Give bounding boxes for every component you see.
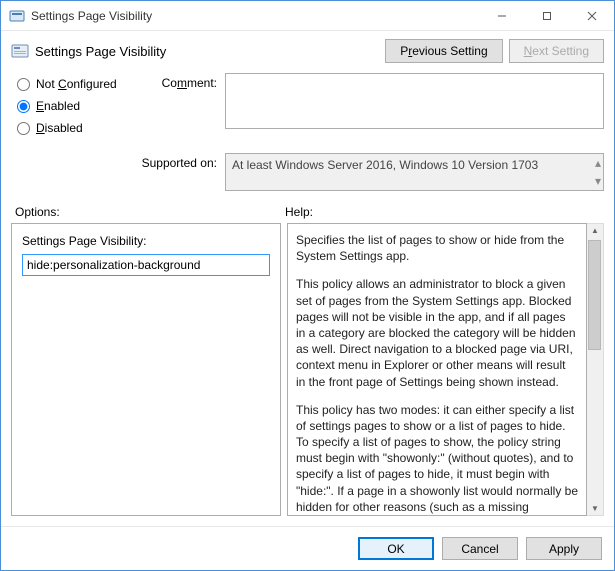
- settings-page-visibility-input[interactable]: [22, 254, 270, 276]
- radio-enabled-input[interactable]: [17, 100, 30, 113]
- state-comment-row: Not Configured Enabled Disabled Comment:: [11, 73, 604, 143]
- maximize-button[interactable]: [524, 1, 569, 31]
- radio-disabled-input[interactable]: [17, 122, 30, 135]
- chevron-up-icon[interactable]: ▴: [595, 156, 601, 170]
- content-area: Settings Page Visibility Previous Settin…: [1, 31, 614, 526]
- previous-setting-button[interactable]: Previous Setting: [385, 39, 502, 63]
- policy-editor-window: Settings Page Visibility Settings Page V…: [0, 0, 615, 571]
- comment-label: Comment:: [135, 73, 225, 90]
- close-button[interactable]: [569, 1, 614, 31]
- options-heading: Options:: [11, 205, 281, 219]
- supported-row: Supported on: At least Windows Server 20…: [11, 153, 604, 191]
- policy-title: Settings Page Visibility: [35, 44, 379, 59]
- comment-input[interactable]: [225, 73, 604, 129]
- radio-not-configured-input[interactable]: [17, 78, 30, 91]
- scroll-up-icon[interactable]: ▲: [591, 224, 599, 237]
- policy-icon: [11, 42, 29, 60]
- supported-on-box: At least Windows Server 2016, Windows 10…: [225, 153, 604, 191]
- app-icon: [9, 8, 25, 24]
- help-paragraph: This policy has two modes: it can either…: [296, 402, 578, 516]
- apply-button[interactable]: Apply: [526, 537, 602, 560]
- footer: OK Cancel Apply: [1, 526, 614, 570]
- panes: Settings Page Visibility: Specifies the …: [11, 223, 604, 516]
- minimize-button[interactable]: [479, 1, 524, 31]
- help-paragraph: Specifies the list of pages to show or h…: [296, 232, 578, 264]
- help-scrollbar[interactable]: ▲ ▼: [587, 223, 604, 516]
- window-title: Settings Page Visibility: [31, 9, 479, 23]
- options-pane: Settings Page Visibility:: [11, 223, 281, 516]
- chevron-down-icon[interactable]: ▾: [595, 174, 601, 188]
- supported-scroll-arrows[interactable]: ▴ ▾: [595, 156, 601, 188]
- help-outer: Specifies the list of pages to show or h…: [287, 223, 604, 516]
- state-radios: Not Configured Enabled Disabled: [11, 73, 135, 143]
- help-pane: Specifies the list of pages to show or h…: [287, 223, 587, 516]
- radio-enabled[interactable]: Enabled: [17, 99, 135, 113]
- supported-label: Supported on:: [135, 153, 225, 191]
- section-labels: Options: Help:: [11, 205, 604, 219]
- supported-on-text: At least Windows Server 2016, Windows 10…: [232, 158, 538, 172]
- scroll-down-icon[interactable]: ▼: [591, 502, 599, 515]
- cancel-button[interactable]: Cancel: [442, 537, 518, 560]
- next-setting-button[interactable]: Next Setting: [509, 39, 604, 63]
- titlebar: Settings Page Visibility: [1, 1, 614, 31]
- option-field-label: Settings Page Visibility:: [22, 234, 270, 248]
- radio-not-configured[interactable]: Not Configured: [17, 77, 135, 91]
- header-row: Settings Page Visibility Previous Settin…: [11, 39, 604, 63]
- radio-disabled[interactable]: Disabled: [17, 121, 135, 135]
- ok-button[interactable]: OK: [358, 537, 434, 560]
- help-paragraph: This policy allows an administrator to b…: [296, 276, 578, 389]
- scroll-thumb[interactable]: [588, 240, 601, 350]
- help-heading: Help:: [281, 205, 604, 219]
